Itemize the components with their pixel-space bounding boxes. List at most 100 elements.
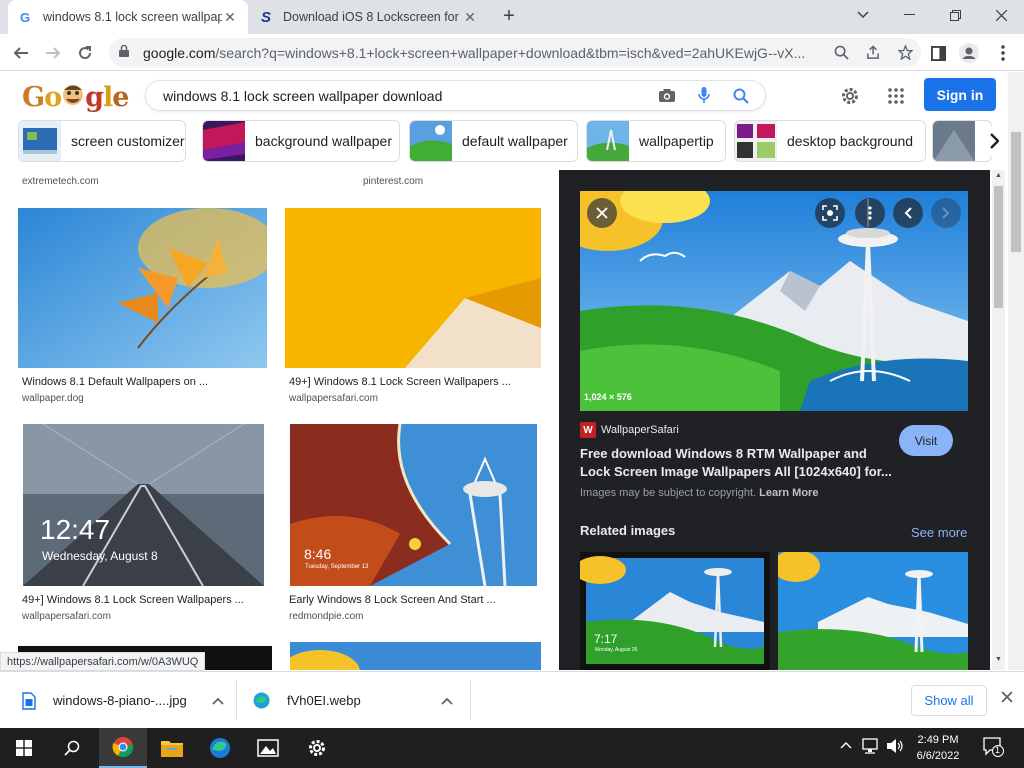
learn-more-link[interactable]: Learn More bbox=[759, 487, 818, 499]
chip-wallpapertip[interactable]: wallpapertip bbox=[586, 120, 726, 162]
result-site[interactable]: redmondpie.com bbox=[289, 611, 363, 622]
share-icon[interactable] bbox=[857, 45, 889, 60]
file-explorer-icon[interactable] bbox=[148, 728, 196, 768]
download-item[interactable]: fVh0EI.webp bbox=[253, 672, 453, 729]
close-window-icon[interactable] bbox=[978, 0, 1024, 30]
scroll-thumb[interactable] bbox=[1011, 132, 1021, 252]
result-image[interactable] bbox=[285, 208, 541, 368]
reload-icon[interactable] bbox=[74, 42, 96, 64]
close-preview-icon[interactable] bbox=[587, 198, 617, 228]
address-bar[interactable]: google.com/search?q=windows+8.1+lock+scr… bbox=[109, 38, 921, 67]
result-site[interactable]: pinterest.com bbox=[363, 176, 423, 187]
panel-scrollbar[interactable]: ▲ ▼ bbox=[992, 170, 1005, 670]
related-image-thumb[interactable] bbox=[778, 552, 968, 670]
result-caption[interactable]: Windows 8.1 Default Wallpapers on ... bbox=[22, 376, 208, 388]
close-tab-icon[interactable]: ✕ bbox=[462, 9, 478, 26]
microphone-icon[interactable] bbox=[685, 87, 722, 104]
previous-image-icon[interactable] bbox=[893, 198, 923, 228]
scroll-thumb[interactable] bbox=[994, 186, 1003, 308]
search-input[interactable]: windows 8.1 lock screen wallpaper downlo… bbox=[145, 80, 766, 111]
result-site[interactable]: wallpapersafari.com bbox=[22, 611, 111, 622]
chip-thumbnail bbox=[587, 121, 629, 161]
result-site[interactable]: extremetech.com bbox=[22, 176, 99, 187]
chrome-app-icon[interactable] bbox=[99, 728, 147, 768]
result-image[interactable]: 8:46 Tuesday, September 13 bbox=[290, 424, 537, 586]
close-tab-icon[interactable]: ✕ bbox=[222, 9, 238, 26]
bookmark-star-icon[interactable] bbox=[889, 45, 921, 60]
new-tab-icon[interactable]: + bbox=[499, 6, 519, 26]
chip-default-wallpaper[interactable]: default wallpaper bbox=[409, 120, 578, 162]
notifications-icon[interactable]: 1 bbox=[983, 737, 1005, 760]
camera-search-icon[interactable] bbox=[648, 88, 685, 103]
show-all-downloads-button[interactable]: Show all bbox=[911, 685, 987, 716]
system-clock[interactable]: 2:49 PM 6/6/2022 bbox=[905, 732, 971, 764]
apps-grid-icon[interactable] bbox=[884, 84, 908, 108]
tray-chevron-up-icon[interactable] bbox=[840, 738, 852, 752]
photos-app-icon[interactable] bbox=[244, 728, 292, 768]
url-text: google.com/search?q=windows+8.1+lock+scr… bbox=[143, 44, 806, 61]
tab-ios-lockscreen[interactable]: S Download iOS 8 Lockscreen for V ✕ bbox=[248, 0, 488, 34]
start-windows-icon[interactable] bbox=[0, 728, 48, 768]
sign-in-button[interactable]: Sign in bbox=[924, 78, 996, 111]
visit-button[interactable]: Visit bbox=[899, 425, 953, 456]
preview-source[interactable]: W WallpaperSafari bbox=[580, 422, 679, 438]
image-dimensions: 1,024 × 576 bbox=[584, 392, 632, 402]
image-result[interactable] bbox=[280, 642, 541, 670]
lens-search-icon[interactable] bbox=[815, 198, 845, 228]
next-image-icon[interactable] bbox=[931, 198, 961, 228]
zoom-icon[interactable] bbox=[825, 45, 857, 60]
related-searches-chips: screen customizer background wallpaper d… bbox=[0, 120, 1010, 164]
edge-app-icon[interactable] bbox=[196, 728, 244, 768]
image-result[interactable]: 12:47 Wednesday, August 8 49+] Windows 8… bbox=[18, 424, 268, 624]
lockscreen-time: 8:46 bbox=[304, 546, 332, 562]
search-icon[interactable] bbox=[48, 728, 96, 768]
preview-title[interactable]: Free download Windows 8 RTM Wallpaper an… bbox=[580, 445, 900, 481]
scroll-down-icon[interactable]: ▼ bbox=[992, 656, 1005, 668]
scroll-up-icon[interactable]: ▲ bbox=[992, 172, 1005, 184]
lockscreen-date: Monday, August 26 bbox=[595, 647, 638, 653]
notification-count: 1 bbox=[995, 745, 1001, 755]
back-icon[interactable] bbox=[10, 42, 32, 64]
search-icon[interactable] bbox=[722, 88, 759, 104]
chevron-up-icon[interactable] bbox=[441, 694, 453, 708]
chevron-up-icon[interactable] bbox=[212, 694, 224, 708]
divider bbox=[470, 680, 471, 720]
result-caption[interactable]: Early Windows 8 Lock Screen And Start ..… bbox=[289, 594, 496, 606]
wallpapersafari-logo-icon: W bbox=[580, 422, 596, 438]
close-download-bar-icon[interactable] bbox=[997, 690, 1017, 710]
result-image[interactable]: 12:47 Wednesday, August 8 bbox=[23, 424, 264, 586]
tab-search-chevron-icon[interactable] bbox=[840, 0, 886, 30]
more-options-icon[interactable] bbox=[855, 198, 885, 228]
image-result[interactable]: 8:46 Tuesday, September 13 Early Windows… bbox=[285, 424, 541, 624]
chip-background-wallpaper[interactable]: background wallpaper bbox=[202, 120, 400, 162]
forward-icon[interactable] bbox=[42, 42, 64, 64]
settings-gear-icon[interactable] bbox=[838, 84, 862, 108]
network-icon[interactable] bbox=[862, 738, 880, 757]
chevron-right-icon[interactable] bbox=[980, 126, 1008, 156]
result-caption[interactable]: 49+] Windows 8.1 Lock Screen Wallpapers … bbox=[22, 594, 244, 606]
restore-icon[interactable] bbox=[932, 0, 978, 30]
related-images-heading: Related images bbox=[580, 523, 676, 538]
download-item[interactable]: windows-8-piano-....jpg bbox=[22, 672, 224, 729]
clock-time: 2:49 PM bbox=[917, 734, 959, 746]
google-doodle-logo[interactable]: Go gle bbox=[22, 82, 129, 113]
minimize-icon[interactable] bbox=[886, 0, 932, 30]
result-caption[interactable]: 49+] Windows 8.1 Lock Screen Wallpapers … bbox=[289, 376, 511, 388]
volume-icon[interactable] bbox=[886, 738, 904, 757]
chip-desktop-background[interactable]: desktop background bbox=[734, 120, 926, 162]
result-site[interactable]: wallpapersafari.com bbox=[289, 393, 378, 404]
image-result[interactable]: Windows 8.1 Default Wallpapers on ... wa… bbox=[18, 208, 268, 408]
image-result[interactable]: 49+] Windows 8.1 Lock Screen Wallpapers … bbox=[285, 208, 541, 408]
chip-screen-customizer[interactable]: screen customizer bbox=[18, 120, 186, 162]
browser-menu-icon[interactable] bbox=[992, 42, 1014, 64]
page-scrollbar[interactable] bbox=[1008, 72, 1024, 670]
see-more-link[interactable]: See more bbox=[911, 525, 967, 540]
side-panel-icon[interactable] bbox=[927, 42, 949, 64]
tab-google-search[interactable]: G windows 8.1 lock screen wallpap ✕ bbox=[8, 0, 248, 34]
result-image[interactable] bbox=[18, 208, 267, 368]
result-site[interactable]: wallpaper.dog bbox=[22, 393, 84, 404]
profile-avatar-icon[interactable] bbox=[958, 42, 980, 64]
download-filename: windows-8-piano-....jpg bbox=[53, 693, 187, 708]
related-image-thumb[interactable]: 7:17 Monday, August 26 bbox=[580, 552, 770, 670]
settings-gear-icon[interactable] bbox=[293, 728, 341, 768]
